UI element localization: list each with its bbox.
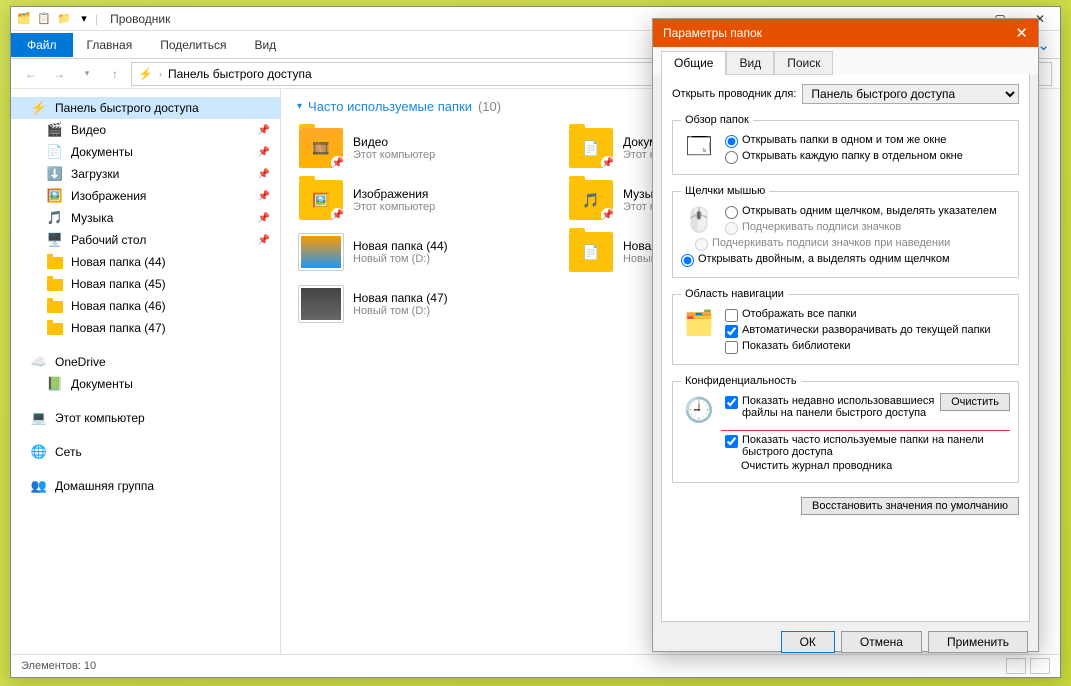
sidebar-item-video[interactable]: 🎬Видео📌 [11, 119, 280, 141]
chevron-right-icon: › [159, 69, 162, 79]
nav-up-icon[interactable]: ↑ [103, 62, 127, 86]
pin-icon: 📌 [258, 125, 270, 136]
sidebar-onedrive[interactable]: ☁️OneDrive [11, 351, 280, 373]
sidebar-item-music[interactable]: 🎵Музыка📌 [11, 207, 280, 229]
check-auto-expand[interactable] [725, 325, 738, 338]
sidebar-quick-access[interactable]: ⚡Панель быстрого доступа [11, 97, 280, 119]
nav-history-icon[interactable]: ▾ [75, 62, 99, 86]
pin-icon: 📌 [258, 235, 270, 246]
bolt-icon: ⚡ [138, 67, 153, 81]
clear-history-label: Очистить журнал проводника [741, 460, 892, 472]
folder-thumb-icon [299, 286, 343, 322]
open-explorer-label: Открыть проводник для: [672, 88, 796, 100]
folder-generic-icon: 📄 [569, 232, 613, 272]
sidebar-item-folder[interactable]: Новая папка (45) [11, 273, 280, 295]
cancel-button[interactable]: Отмена [841, 631, 922, 653]
folder-options-dialog: Параметры папок ✕ Общие Вид Поиск Открыт… [652, 18, 1039, 652]
qat-props-icon[interactable]: 📋 [35, 10, 53, 28]
sidebar-item-folder[interactable]: Новая папка (44) [11, 251, 280, 273]
restore-defaults-button[interactable]: Восстановить значения по умолчанию [801, 497, 1019, 515]
file-item[interactable]: Новая папка (47)Новый том (D:) [297, 280, 547, 328]
tab-view[interactable]: Вид [240, 33, 290, 57]
tab-dialog-view[interactable]: Вид [726, 51, 774, 75]
sidebar-item-desktop[interactable]: 🖥️Рабочий стол📌 [11, 229, 280, 251]
radio-single-click[interactable] [725, 206, 738, 219]
file-item[interactable]: 🎞️📌ВидеоЭтот компьютер [297, 124, 547, 172]
sidebar-item-folder[interactable]: Новая папка (47) [11, 317, 280, 339]
nav-back-icon[interactable]: ← [19, 62, 43, 86]
dialog-title-text: Параметры папок [663, 26, 762, 40]
radio-double-click[interactable] [681, 254, 694, 267]
check-frequent-folders[interactable] [725, 435, 738, 448]
sidebar-thispc[interactable]: 💻Этот компьютер [11, 407, 280, 429]
browse-folders-group: Обзор папок 🗔 Открывать папки в одном и … [672, 114, 1019, 175]
dialog-close-icon[interactable]: ✕ [1015, 24, 1028, 42]
mouse-clicks-group: Щелчки мышью 🖱️ Открывать одним щелчком,… [672, 185, 1019, 278]
check-show-libraries[interactable] [725, 341, 738, 354]
cursor-click-icon: 🖱️ [681, 203, 717, 237]
radio-separate-window[interactable] [725, 151, 738, 164]
file-item[interactable]: 🖼️📌ИзображенияЭтот компьютер [297, 176, 547, 224]
status-text: Элементов: 10 [21, 660, 96, 672]
privacy-group: Конфиденциальность 🕘 Очистить Показать н… [672, 375, 1019, 483]
radio-underline-hover [695, 238, 708, 251]
privacy-history-icon: 🕘 [681, 393, 717, 427]
folder-documents-icon: 📄📌 [569, 128, 613, 168]
dialog-body: Открыть проводник для: Панель быстрого д… [661, 74, 1030, 622]
pin-icon: 📌 [258, 147, 270, 158]
check-show-all-folders[interactable] [725, 309, 738, 322]
nav-tree-icon: 🗂️ [681, 306, 717, 340]
check-recent-files[interactable] [725, 396, 738, 409]
file-item[interactable]: Новая папка (44)Новый том (D:) [297, 228, 547, 276]
qat-dropdown-icon[interactable]: ▾ [75, 10, 93, 28]
dialog-buttons: ОК Отмена Применить [653, 631, 1038, 663]
pin-icon: 📌 [258, 213, 270, 224]
breadcrumb[interactable]: Панель быстрого доступа [168, 67, 312, 81]
tab-share[interactable]: Поделиться [146, 33, 240, 57]
sidebar-onedrive-docs[interactable]: 📗Документы [11, 373, 280, 395]
folder-music-icon: 🎵📌 [569, 180, 613, 220]
sidebar-item-images[interactable]: 🖼️Изображения📌 [11, 185, 280, 207]
navigation-pane-group: Область навигации 🗂️ Отображать все папк… [672, 288, 1019, 365]
tab-search[interactable]: Поиск [774, 51, 833, 75]
qat-newfolder-icon[interactable]: 📁 [55, 10, 73, 28]
dialog-tabs: Общие Вид Поиск [653, 47, 1038, 75]
sidebar-item-downloads[interactable]: ⬇️Загрузки📌 [11, 163, 280, 185]
tab-home[interactable]: Главная [73, 33, 147, 57]
sidebar-item-folder[interactable]: Новая папка (46) [11, 295, 280, 317]
explorer-icon: 🗂️ [15, 10, 33, 28]
clear-button[interactable]: Очистить [940, 393, 1010, 411]
window-layout-icon: 🗔 [681, 132, 717, 166]
sidebar-item-documents[interactable]: 📄Документы📌 [11, 141, 280, 163]
radio-same-window[interactable] [725, 135, 738, 148]
caret-down-icon: ▾ [297, 101, 302, 112]
tab-file[interactable]: Файл [11, 33, 73, 57]
nav-forward-icon[interactable]: → [47, 62, 71, 86]
annotation-redline [721, 430, 1010, 431]
open-explorer-select[interactable]: Панель быстрого доступа [802, 84, 1019, 104]
tab-general[interactable]: Общие [661, 51, 726, 75]
ok-button[interactable]: ОК [781, 631, 835, 653]
pin-icon: 📌 [258, 191, 270, 202]
sidebar-network[interactable]: 🌐Сеть [11, 441, 280, 463]
radio-underline-always [725, 222, 738, 235]
folder-images-icon: 🖼️📌 [299, 180, 343, 220]
folder-thumb-icon [299, 234, 343, 270]
sidebar: ⚡Панель быстрого доступа 🎬Видео📌 📄Докуме… [11, 89, 281, 654]
apply-button[interactable]: Применить [928, 631, 1028, 653]
sidebar-homegroup[interactable]: 👥Домашняя группа [11, 475, 280, 497]
pin-icon: 📌 [258, 169, 270, 180]
folder-video-icon: 🎞️📌 [299, 128, 343, 168]
dialog-titlebar: Параметры папок ✕ [653, 19, 1038, 47]
